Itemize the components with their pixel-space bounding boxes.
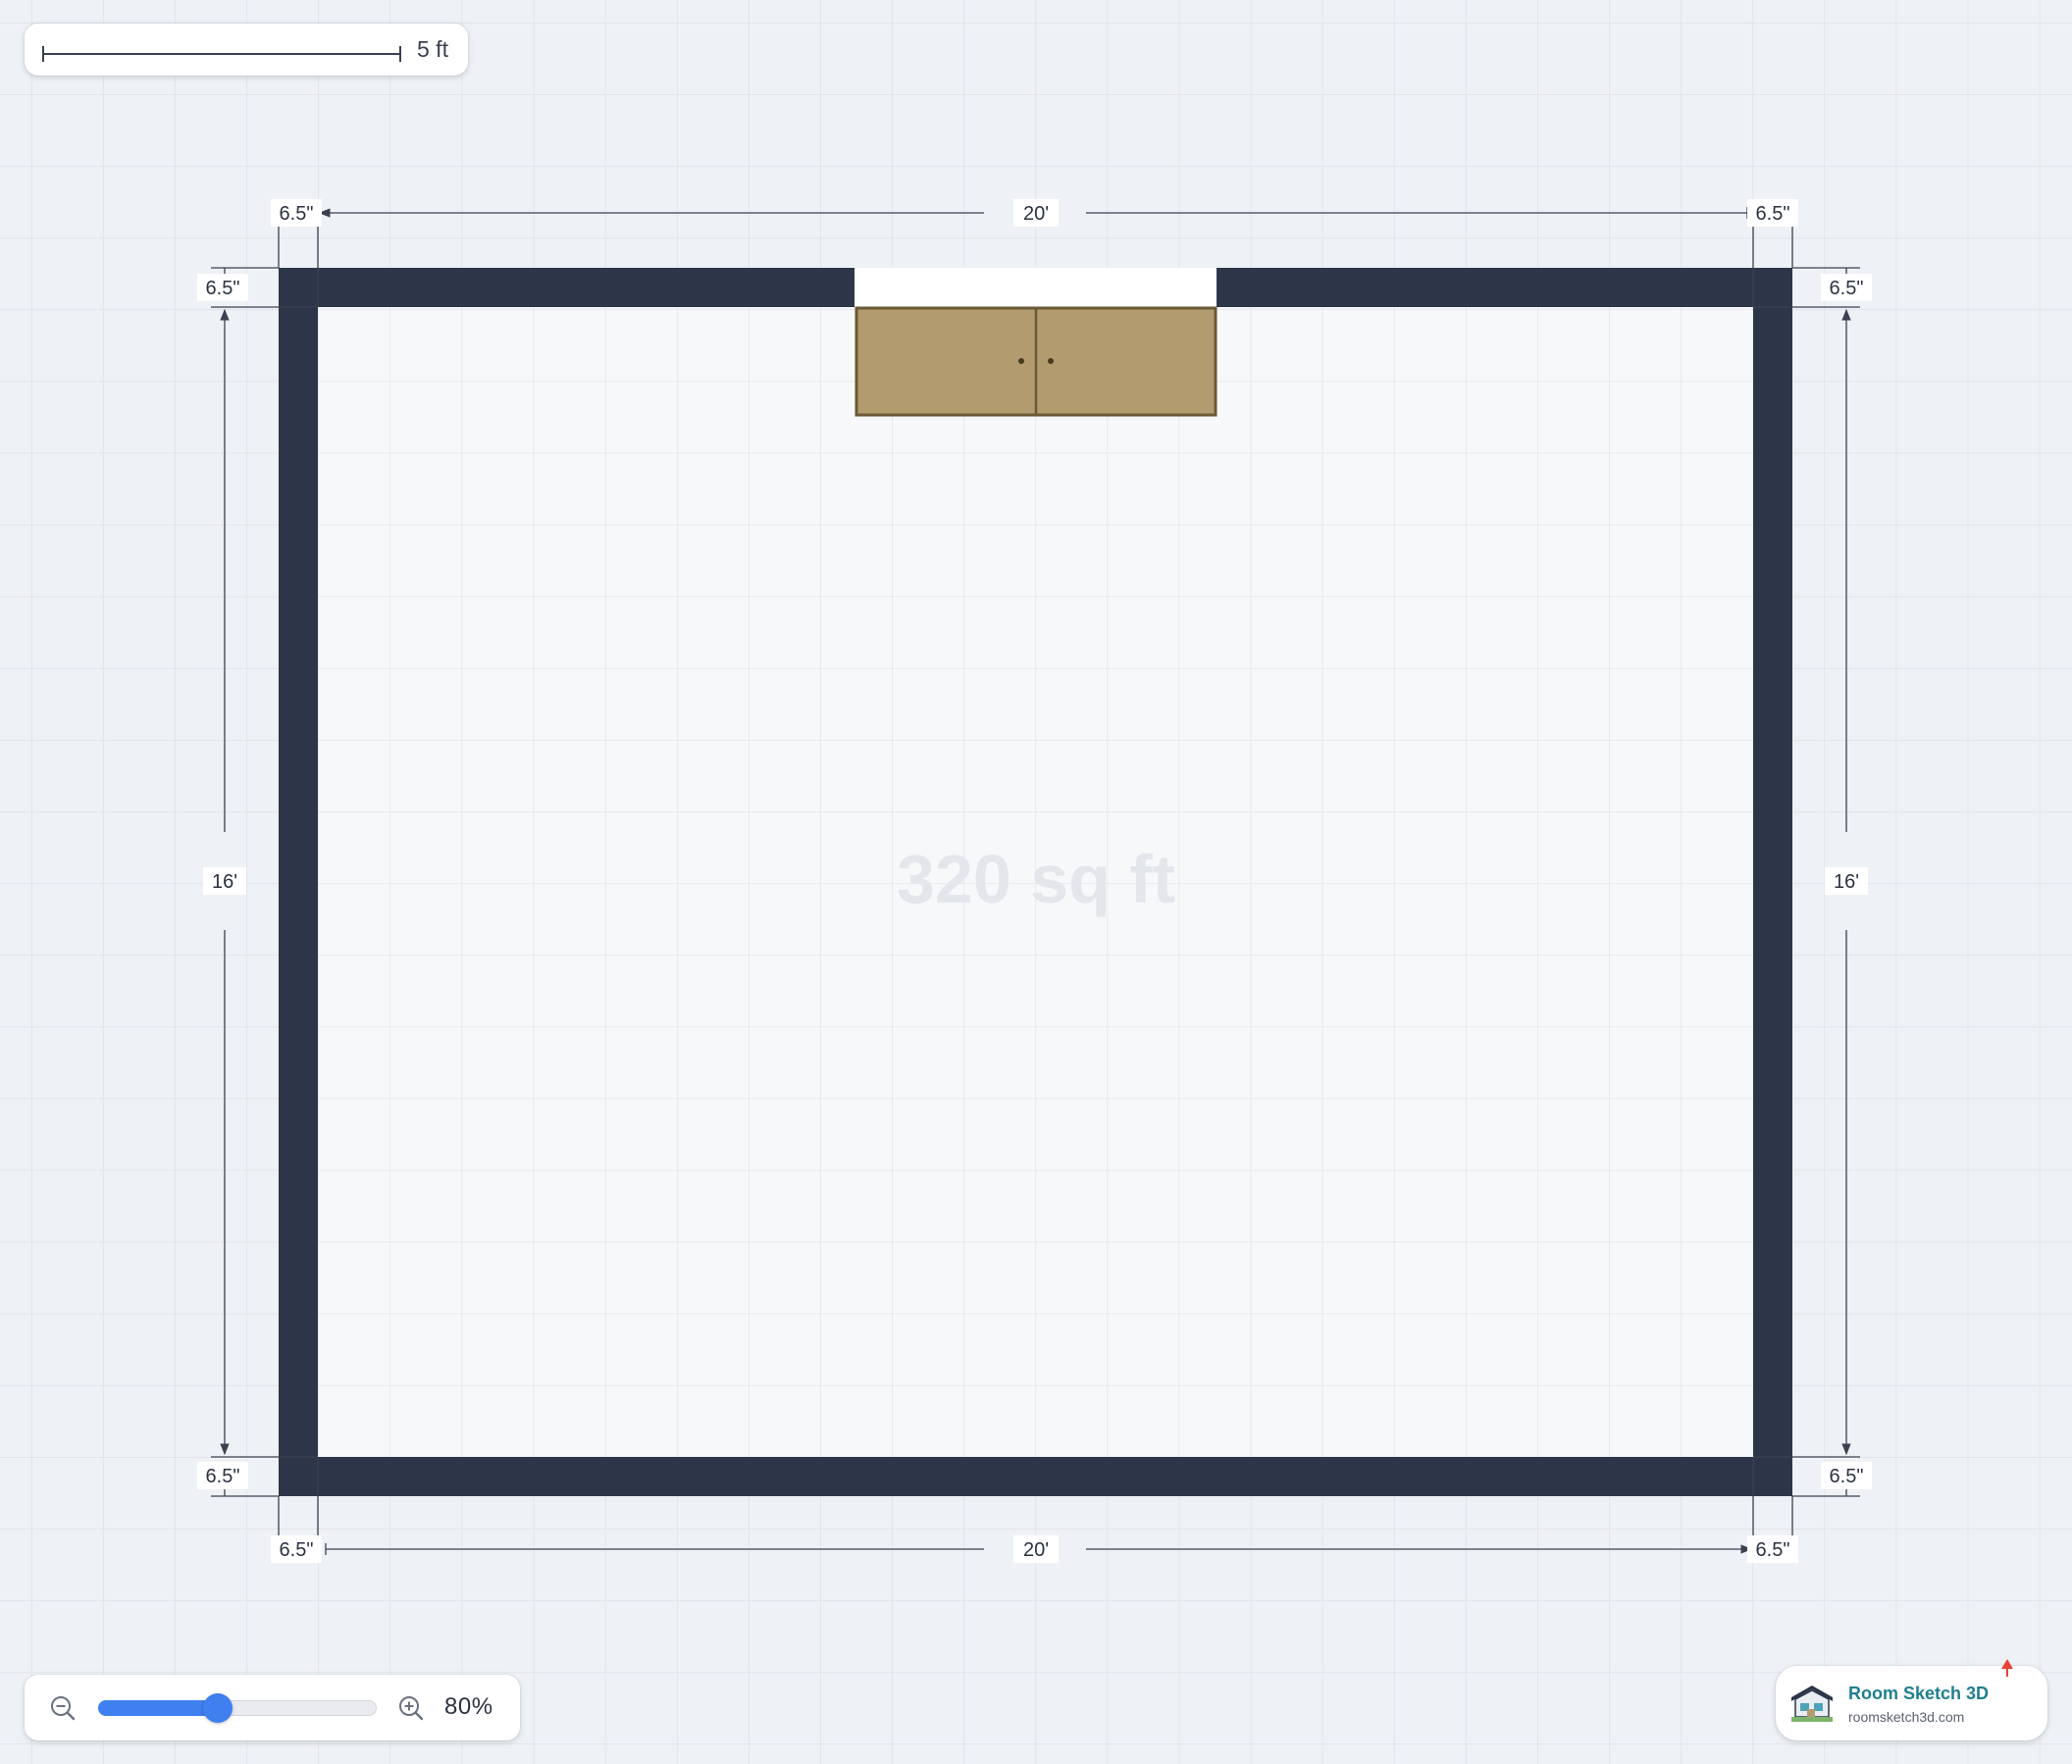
zoom-control: 80% [25, 1675, 520, 1740]
dim-right-top: 6.5" [1830, 278, 1864, 299]
zoom-in-icon[interactable] [397, 1694, 425, 1722]
wall-opening[interactable] [855, 268, 1217, 307]
zoom-level-label: 80% [444, 1693, 493, 1720]
wall-top-right[interactable] [1217, 268, 1792, 307]
zoom-slider-thumb[interactable] [203, 1693, 233, 1723]
dim-bottom-left: 6.5" [280, 1539, 314, 1561]
house-logo-icon [1791, 1686, 1833, 1722]
brand-url[interactable]: roomsketch3d.com [1848, 1709, 1964, 1725]
dim-top-middle: 20' [1023, 203, 1049, 225]
wall-left[interactable] [279, 268, 318, 1496]
alert-marker-icon [2001, 1659, 2013, 1677]
dim-top-left: 6.5" [280, 203, 314, 225]
dim-left-middle: 16' [212, 871, 237, 893]
dim-bottom-middle: 20' [1023, 1539, 1049, 1561]
wall-right[interactable] [1753, 268, 1792, 1496]
dim-right-bottom: 6.5" [1830, 1466, 1864, 1487]
cabinet-icon[interactable] [855, 306, 1217, 417]
scale-bar [42, 46, 401, 62]
floor-plan-canvas[interactable]: 320 sq ft 6.5" 20' 6.5" 6.5" 20' 6.5" 6.… [0, 0, 2072, 1764]
zoom-out-icon[interactable] [49, 1694, 77, 1722]
dim-left-top: 6.5" [206, 278, 240, 299]
wall-top-left[interactable] [279, 268, 855, 307]
dim-top-right: 6.5" [1756, 203, 1790, 225]
scale-bar-panel: 5 ft [25, 24, 468, 76]
scale-label: 5 ft [417, 36, 448, 62]
zoom-slider[interactable] [98, 1693, 377, 1723]
dim-right-middle: 16' [1834, 871, 1859, 893]
dim-left-bottom: 6.5" [206, 1466, 240, 1487]
wall-bottom[interactable] [279, 1457, 1792, 1496]
brand-badge[interactable]: Room Sketch 3D roomsketch3d.com [1776, 1666, 2047, 1740]
dim-bottom-right: 6.5" [1756, 1539, 1790, 1561]
zoom-slider-fill [98, 1700, 218, 1716]
brand-name: Room Sketch 3D [1848, 1684, 1990, 1703]
room-area-label: 320 sq ft [897, 841, 1175, 917]
